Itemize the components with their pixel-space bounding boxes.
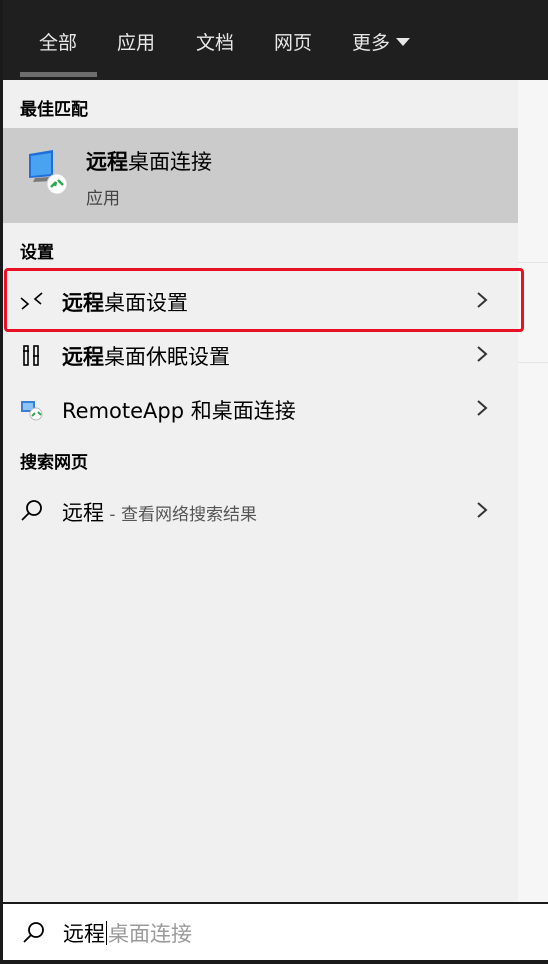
chevron-right-icon bbox=[477, 502, 488, 518]
settings-item-power-sleep[interactable]: 远程桌面休眠设置 bbox=[3, 329, 518, 379]
title-rest: 桌面连接 bbox=[128, 150, 212, 174]
best-match-result[interactable]: 远程桌面连接 应用 bbox=[3, 128, 518, 223]
power-settings-icon bbox=[23, 345, 39, 366]
window-border bbox=[0, 0, 3, 964]
best-match-header: 最佳匹配 bbox=[20, 100, 88, 120]
search-icon bbox=[23, 922, 44, 943]
tab-web[interactable]: 网页 bbox=[274, 28, 312, 55]
active-tab-indicator bbox=[20, 72, 97, 77]
match-highlight: 远程 bbox=[62, 345, 104, 369]
remote-desktop-icon bbox=[29, 150, 68, 195]
web-search-suffix: - 查看网络搜索结果 bbox=[104, 505, 257, 525]
best-match-type: 应用 bbox=[86, 189, 120, 209]
tab-all[interactable]: 全部 bbox=[39, 28, 77, 55]
label-rest: 桌面休眠设置 bbox=[104, 345, 230, 369]
match-highlight: 远程 bbox=[86, 150, 128, 174]
filter-tabs-bar: 全部 应用 文档 网页 更多 bbox=[0, 0, 548, 80]
text-cursor bbox=[106, 921, 107, 945]
chevron-down-icon bbox=[396, 37, 411, 46]
web-query: 远程 bbox=[62, 501, 104, 525]
search-typed-text: 远程 bbox=[63, 922, 105, 946]
label-rest: RemoteApp 和桌面连接 bbox=[62, 399, 296, 423]
search-input[interactable]: 远程 桌面连接 bbox=[3, 902, 548, 960]
best-match-title: 远程桌面连接 bbox=[86, 146, 212, 176]
tab-more-label: 更多 bbox=[352, 32, 391, 54]
search-autocomplete: 桌面连接 bbox=[108, 922, 192, 946]
window-border bbox=[0, 960, 548, 964]
web-search-item[interactable]: 远程 - 查看网络搜索结果 bbox=[3, 485, 518, 535]
divider bbox=[518, 262, 548, 263]
preview-panel bbox=[518, 80, 548, 902]
settings-header: 设置 bbox=[20, 243, 54, 263]
remoteapp-icon bbox=[21, 401, 43, 421]
web-search-header: 搜索网页 bbox=[20, 453, 88, 473]
red-highlight-annotation bbox=[4, 268, 524, 332]
chevron-right-icon bbox=[477, 400, 488, 416]
chevron-right-icon bbox=[477, 346, 488, 362]
web-search-label: 远程 - 查看网络搜索结果 bbox=[62, 497, 257, 527]
search-icon bbox=[21, 500, 42, 521]
divider bbox=[518, 362, 548, 363]
search-text: 远程 桌面连接 bbox=[63, 918, 192, 948]
settings-item-label: 远程桌面休眠设置 bbox=[62, 341, 230, 371]
tab-more[interactable]: 更多 bbox=[352, 28, 411, 55]
tab-documents[interactable]: 文档 bbox=[196, 28, 234, 55]
settings-item-label: RemoteApp 和桌面连接 bbox=[62, 395, 296, 425]
tab-apps[interactable]: 应用 bbox=[117, 28, 155, 55]
settings-item-remoteapp[interactable]: RemoteApp 和桌面连接 bbox=[3, 383, 518, 433]
